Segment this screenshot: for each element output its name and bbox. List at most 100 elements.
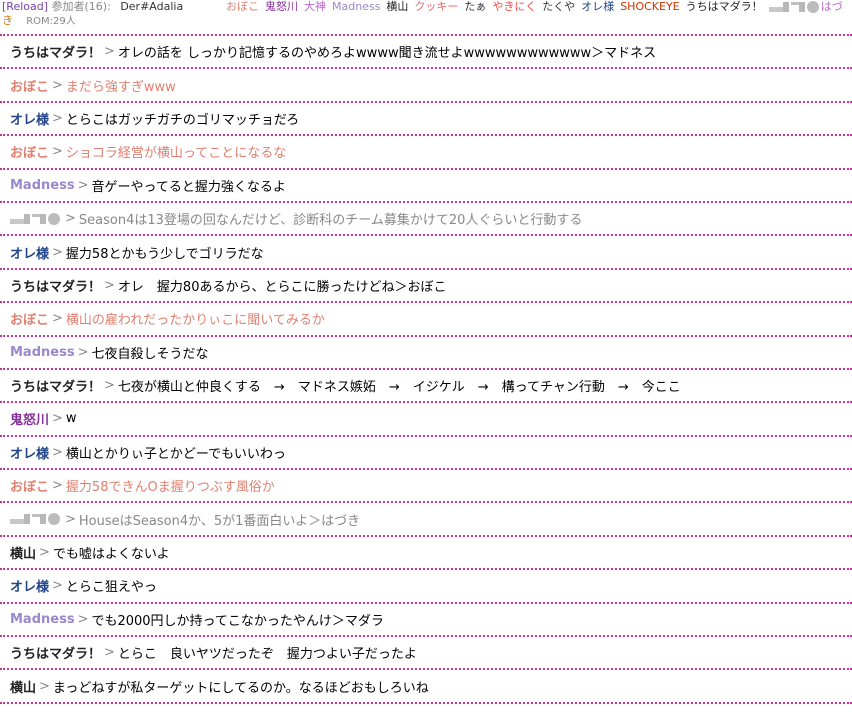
chat-message: おぼこ > まだら強すぎwww	[0, 69, 852, 103]
rom-count: ROM:29人	[26, 16, 76, 27]
chat-message: Madness > でも2000円しか持ってこなかったやんけ＞マダラ	[0, 604, 852, 638]
message-text: 音ゲーやってると握力強くなるよ	[91, 179, 286, 195]
message-text: とらこはガッチガチのゴリマッチョだろ	[65, 112, 300, 128]
message-text: Season4は13登場の回なんだけど、診断科のチーム募集かけて20人ぐらいと行…	[78, 213, 583, 229]
message-author[interactable]: おぼこ	[10, 76, 49, 95]
message-author[interactable]: うちはマダラ！	[10, 643, 101, 662]
chat-message: うちはマダラ！ > オレ 握力80あるから、とらこに勝ったけどね＞おぼこ	[0, 270, 852, 304]
participant-name[interactable]: 横山	[386, 0, 408, 13]
message-text: まだら強すぎwww	[65, 79, 176, 95]
chat-message: Madness > 七夜自殺しそうだな	[0, 337, 852, 370]
participant-name[interactable]: SHOCKEYE	[620, 0, 679, 13]
message-author[interactable]: Madness	[10, 178, 75, 193]
participant-name[interactable]: たぁ	[464, 0, 486, 13]
message-author[interactable]: オレ様	[10, 576, 49, 595]
separator-arrow: >	[77, 177, 89, 193]
message-author[interactable]: オレ様	[10, 443, 49, 462]
message-author[interactable]: オレ様	[10, 109, 49, 128]
participant-name[interactable]: はづ	[821, 0, 843, 13]
chat-header: [Reload] 参加者(16): Der#Adalia き ROM:29人 お…	[0, 0, 852, 36]
message-text: 握力58とかもう少しでゴリラだな	[65, 246, 264, 262]
separator-arrow: >	[104, 378, 115, 394]
message-text: 七夜が横山と仲良くする → マドネス嫉妬 → イジケル → 構ってチャン行動 →…	[117, 380, 681, 396]
message-author[interactable]: Madness	[10, 345, 75, 360]
message-avatar	[10, 512, 62, 526]
chat-message: Madness > 音ゲーやってると握力強くなるよ	[0, 170, 852, 203]
message-text: ショコラ経営が横山ってことになるな	[65, 146, 287, 162]
message-text: とらこ狙えやっ	[65, 580, 157, 596]
current-user: Der#Adalia	[120, 0, 184, 13]
separator-arrow: >	[39, 545, 50, 561]
chat-message: おぼこ > 握力58できんOま握りつぶす風俗か	[0, 470, 852, 504]
chat-message: オレ様 > 握力58とかもう少しでゴリラだな	[0, 236, 852, 270]
message-text: まっどねすが私ターゲットにしてるのか。なるほどおもしろいね	[52, 680, 429, 696]
separator-arrow: >	[52, 144, 63, 160]
chat-message: 鬼怒川 > w	[0, 403, 852, 437]
separator-arrow: >	[52, 444, 63, 460]
message-text: w	[65, 411, 77, 427]
participant-name[interactable]: うちはマダラ！	[686, 0, 763, 13]
separator-arrow: >	[52, 578, 63, 594]
chat-message: うちはマダラ！ > 七夜が横山と仲良くする → マドネス嫉妬 → イジケル → 構っ…	[0, 370, 852, 404]
separator-arrow: >	[104, 44, 115, 60]
participant-name[interactable]: オレ様	[581, 0, 614, 13]
message-author[interactable]: おぼこ	[10, 309, 49, 328]
message-author[interactable]: Madness	[10, 612, 75, 627]
message-text: 握力58できんOま握りつぶす風俗か	[65, 480, 275, 496]
message-text: でも2000円しか持ってこなかったやんけ＞マダラ	[91, 613, 384, 629]
userlist-wrap-text: き	[2, 14, 13, 27]
header-info: [Reload] 参加者(16): Der#Adalia	[2, 0, 183, 14]
participant-name[interactable]: おぼこ	[226, 0, 259, 13]
message-author[interactable]: 鬼怒川	[10, 409, 49, 428]
anonymous-avatar-icon	[768, 1, 819, 13]
participant-list: おぼこ 鬼怒川 大神 Madness 横山 クッキー たぁ やきにく たくや オレ様 SHOCKEY…	[226, 0, 849, 14]
separator-arrow: >	[52, 244, 63, 260]
separator-arrow: >	[52, 311, 63, 327]
chat-message: オレ様 > とらこはガッチガチのゴリマッチョだろ	[0, 103, 852, 137]
chat-message: うちはマダラ！ > オレの話を しっかり記憶するのやめろよwwww聞き流せよwwww…	[0, 36, 852, 70]
chat-message: > Season4は13登場の回なんだけど、診断科のチーム募集かけて20人ぐらいと…	[0, 203, 852, 237]
anonymous-avatar-icon	[10, 212, 60, 225]
separator-arrow: >	[104, 645, 115, 661]
participant-name[interactable]: 大神	[304, 0, 326, 13]
separator-arrow: >	[77, 344, 89, 360]
message-author[interactable]: 横山	[10, 677, 36, 696]
message-text: オレ 握力80あるから、とらこに勝ったけどね＞おぼこ	[117, 279, 447, 295]
separator-arrow: >	[52, 411, 63, 427]
chat-message: オレ様 > とらこ狙えやっ	[0, 570, 852, 604]
message-text: オレの話を しっかり記憶するのやめろよwwww聞き流せよwwwwwwwwwwww…	[117, 46, 657, 62]
message-author[interactable]: オレ様	[10, 243, 49, 262]
reload-link[interactable]: [Reload]	[2, 0, 48, 13]
participant-name[interactable]: クッキー	[414, 0, 458, 13]
message-text: とらこ 良いヤツだったぞ 握力つよい子だったよ	[117, 647, 417, 663]
separator-arrow: >	[65, 211, 76, 227]
message-author[interactable]: おぼこ	[10, 142, 49, 161]
message-author[interactable]: うちはマダラ！	[10, 42, 101, 61]
chat-message: うちはマダラ！ > とらこ 良いヤツだったぞ 握力つよい子だったよ	[0, 637, 852, 671]
chat-message: 横山 > まっどねすが私ターゲットにしてるのか。なるほどおもしろいね	[0, 670, 852, 704]
message-author[interactable]: うちはマダラ！	[10, 376, 101, 395]
message-author[interactable]: おぼこ	[10, 476, 49, 495]
chat-message: オレ様 > 横山とかりぃ子とかどーでもいいわっ	[0, 437, 852, 471]
separator-arrow: >	[39, 678, 50, 694]
message-text: 横山の雇われだったかりぃこに聞いてみるか	[65, 313, 325, 329]
message-avatar	[10, 212, 62, 226]
message-text: 横山とかりぃ子とかどーでもいいわっ	[65, 446, 286, 462]
message-text: 七夜自殺しそうだな	[91, 346, 209, 362]
anonymous-avatar-icon	[10, 513, 60, 526]
message-list: うちはマダラ！ > オレの話を しっかり記憶するのやめろよwwww聞き流せよwwww…	[0, 36, 852, 704]
chat-message: > HouseはSeason4か、5が1番面白いよ＞はづき	[0, 503, 852, 537]
separator-arrow: >	[65, 511, 76, 527]
separator-arrow: >	[52, 77, 63, 93]
participant-name[interactable]: Madness	[332, 0, 380, 13]
chat-message: 横山 > でも嘘はよくないよ	[0, 537, 852, 571]
participant-name[interactable]: 鬼怒川	[265, 0, 298, 13]
participant-name[interactable]: たくや	[542, 0, 575, 13]
separator-arrow: >	[52, 110, 63, 126]
chat-message: おぼこ > 横山の雇われだったかりぃこに聞いてみるか	[0, 303, 852, 337]
rom-count-row: き ROM:29人	[2, 15, 76, 28]
participant-name[interactable]: やきにく	[492, 0, 536, 13]
separator-arrow: >	[52, 478, 63, 494]
message-author[interactable]: うちはマダラ！	[10, 276, 101, 295]
message-author[interactable]: 横山	[10, 543, 36, 562]
